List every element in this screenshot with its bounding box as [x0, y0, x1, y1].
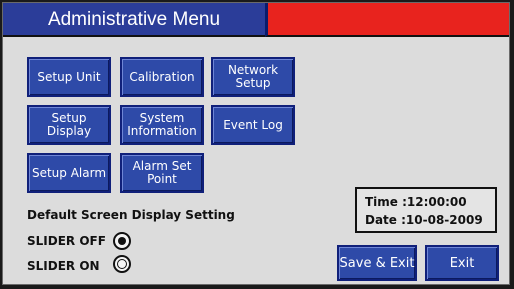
title-bar: Administrative Menu [3, 3, 509, 37]
date-readout: Date :10-08-2009 [365, 213, 483, 227]
radio-selected-dot [118, 237, 126, 245]
time-readout: Time :12:00:00 [365, 195, 467, 209]
slider-off-label: SLIDER OFF [27, 234, 106, 248]
page-title: Administrative Menu [3, 3, 265, 37]
clock-display: Time :12:00:00 Date :10-08-2009 [355, 187, 497, 233]
setup-unit-button[interactable]: Setup Unit [27, 57, 111, 97]
slider-on-radio[interactable] [113, 255, 131, 273]
alarm-set-point-button[interactable]: Alarm Set Point [120, 153, 204, 193]
event-log-button[interactable]: Event Log [211, 105, 295, 145]
exit-button[interactable]: Exit [425, 245, 499, 281]
save-and-exit-button[interactable]: Save & Exit [337, 245, 417, 281]
system-information-button[interactable]: System Information [120, 105, 204, 145]
display-setting-heading: Default Screen Display Setting [27, 208, 235, 222]
setup-display-button[interactable]: Setup Display [27, 105, 111, 145]
setup-alarm-button[interactable]: Setup Alarm [27, 153, 111, 193]
admin-menu-screen: Administrative Menu Setup Unit Calibrati… [2, 2, 510, 285]
slider-off-radio[interactable] [113, 232, 131, 250]
radio-unselected-ring [117, 259, 127, 269]
network-setup-button[interactable]: Network Setup [211, 57, 295, 97]
title-status-bar [265, 3, 509, 37]
calibration-button[interactable]: Calibration [120, 57, 204, 97]
slider-on-label: SLIDER ON [27, 259, 100, 273]
